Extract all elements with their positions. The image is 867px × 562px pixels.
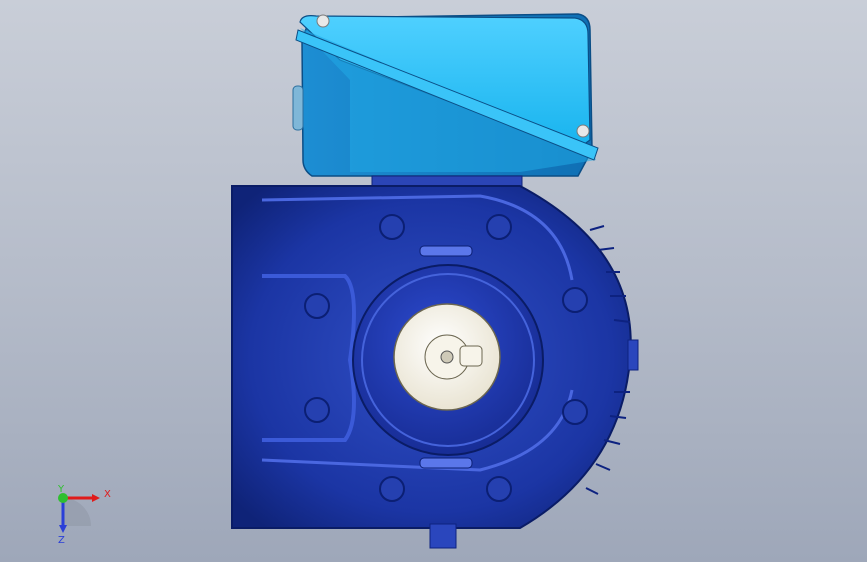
coordinate-triad: X Y Z [57, 484, 111, 546]
z-axis-label: Z [58, 535, 65, 546]
x-axis-label: X [104, 489, 111, 500]
rotor[interactable] [352, 264, 544, 456]
cad-viewport[interactable]: X Y Z [0, 0, 867, 562]
side-port [627, 339, 639, 371]
bottom-port [429, 523, 457, 549]
motor-terminal-box[interactable] [292, 13, 599, 177]
y-axis-label: Y [57, 484, 65, 495]
